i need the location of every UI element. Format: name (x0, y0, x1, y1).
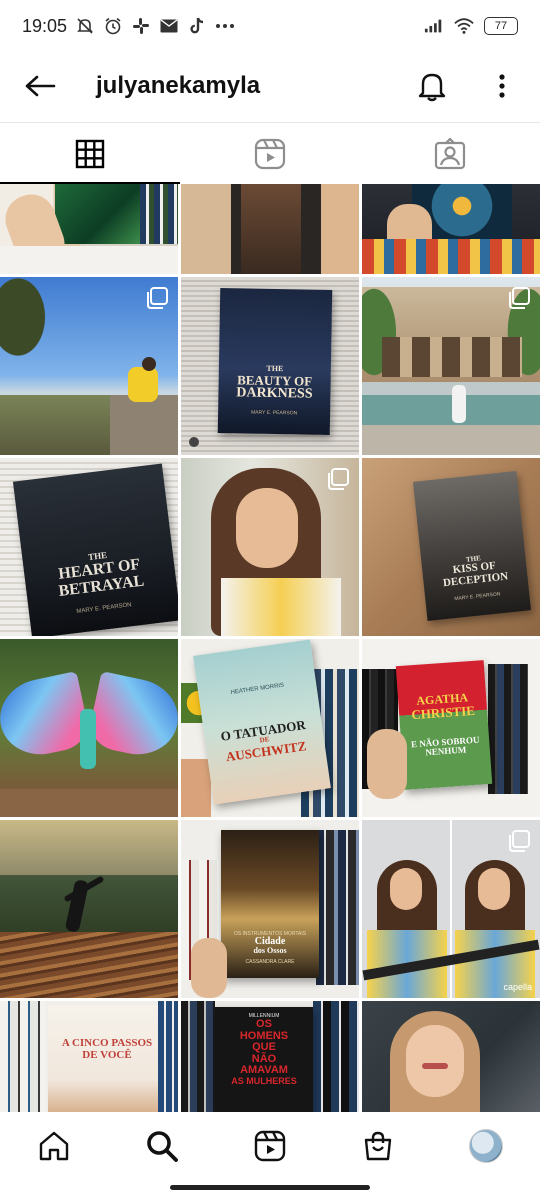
grid-post[interactable]: AGATHA CHRISTIE E NÃO SOBROU NENHUM (362, 639, 540, 817)
status-time: 19:05 (22, 15, 68, 36)
grid-post[interactable]: THE KISS OF DECEPTION MARY E. PEARSON (362, 458, 540, 636)
grid-post[interactable] (0, 820, 178, 998)
book-author: CASSANDRA CLARE (245, 959, 295, 966)
profile-username: julyanekamyla (96, 72, 261, 99)
book-title-line: AMAVAM (240, 1064, 288, 1077)
grid-post[interactable]: THE HEART OF BETRAYAL MARY E. PEARSON (0, 458, 178, 636)
slack-icon (131, 16, 151, 36)
grid-post[interactable]: THE BEAUTY OF DARKNESS MARY E. PEARSON (181, 277, 359, 455)
book-title-line: A CINCO PASSOS (61, 1036, 153, 1049)
grid-post[interactable]: HEATHER MORRIS O TATUADOR DE AUSCHWITZ (181, 639, 359, 817)
book-title-line: CHRISTIE (410, 702, 476, 723)
book-cover: OS INSTRUMENTOS MORTAIS Cidade dos Ossos… (221, 830, 319, 978)
nav-shop[interactable] (354, 1122, 402, 1170)
posts-grid: THE BEAUTY OF DARKNESS MARY E. PEARSON T… (0, 184, 540, 1112)
book-author: HEATHER MORRIS (230, 682, 285, 696)
nav-profile[interactable] (462, 1122, 510, 1170)
battery-icon: 77 (484, 17, 518, 35)
wifi-icon (454, 16, 474, 36)
grid-post[interactable] (0, 277, 178, 455)
nav-reels[interactable] (246, 1122, 294, 1170)
grid-post[interactable]: A CINCO PASSOS DE VOCÊ (0, 1001, 178, 1112)
grid-post[interactable] (0, 639, 178, 817)
tab-posts[interactable] (0, 123, 180, 184)
home-icon (39, 1131, 69, 1161)
grid-icon (75, 139, 105, 168)
status-bar: 19:05 77 (0, 0, 540, 52)
grid-post[interactable] (362, 1001, 540, 1112)
more-dots-icon (215, 16, 235, 36)
carousel-icon (328, 468, 349, 490)
book-cover: HEATHER MORRIS O TATUADOR DE AUSCHWITZ (193, 639, 331, 805)
back-button[interactable] (18, 64, 62, 108)
book-title-line: dos Ossos (253, 946, 287, 956)
carousel-icon (509, 287, 530, 309)
book-cover: THE KISS OF DECEPTION MARY E. PEARSON (412, 470, 532, 622)
grid-post[interactable]: capella (362, 820, 540, 998)
bottom-navigation (0, 1112, 540, 1180)
status-system-icons: 77 (424, 16, 518, 36)
notifications-button[interactable] (412, 66, 452, 106)
book-author: MARY E. PEARSON (454, 591, 501, 603)
book-title-line: DARKNESS (236, 385, 313, 402)
nav-search[interactable] (138, 1122, 186, 1170)
book-title-line: OS (256, 1018, 272, 1030)
reels-icon (254, 138, 286, 169)
book-title-line: E NÃO SOBROU NENHUM (410, 734, 480, 758)
carousel-icon (509, 830, 530, 852)
bell-icon (418, 73, 446, 102)
book-cover: A CINCO PASSOS DE VOCÊ (48, 1005, 166, 1112)
tagged-person-icon (434, 137, 466, 169)
grid-post[interactable] (0, 184, 178, 274)
grid-post[interactable] (362, 184, 540, 274)
book-title-line: DE VOCÊ (82, 1048, 132, 1061)
nav-home[interactable] (30, 1122, 78, 1170)
tab-reels[interactable] (180, 123, 360, 184)
grid-post[interactable] (181, 458, 359, 636)
more-options-button[interactable] (482, 66, 522, 106)
book-cover: THE HEART OF BETRAYAL MARY E. PEARSON (12, 463, 178, 636)
grid-post[interactable]: MILLENNIUM OS HOMENS QUE NÃO AMAVAM AS M… (181, 1001, 359, 1112)
shop-bag-icon (364, 1131, 392, 1161)
home-indicator[interactable] (170, 1185, 370, 1190)
signal-icon (424, 16, 444, 36)
book-cover: AGATHA CHRISTIE E NÃO SOBROU NENHUM (395, 660, 493, 790)
back-arrow-icon (25, 75, 56, 97)
grid-post[interactable] (362, 277, 540, 455)
profile-avatar-icon (469, 1129, 503, 1163)
book-author: MARY E. PEARSON (76, 601, 132, 615)
reels-icon (254, 1130, 286, 1162)
book-title-line: AUSCHWITZ (224, 737, 308, 764)
book-cover: THE BEAUTY OF DARKNESS MARY E. PEARSON (217, 288, 333, 435)
tab-tagged[interactable] (360, 123, 540, 184)
mute-icon (75, 16, 95, 36)
book-title-line: QUE (252, 1041, 276, 1054)
carousel-icon (147, 287, 168, 309)
status-notification-icons (75, 16, 235, 36)
profile-header: julyanekamyla (0, 52, 540, 120)
watermark-text: capella (503, 982, 532, 992)
book-author: MARY E. PEARSON (250, 409, 298, 417)
profile-tabs (0, 122, 540, 184)
grid-post[interactable] (181, 184, 359, 274)
more-vertical-icon (499, 74, 505, 98)
book-cover: MILLENNIUM OS HOMENS QUE NÃO AMAVAM AS M… (215, 1007, 313, 1112)
mail-icon (159, 16, 179, 36)
grid-post[interactable]: OS INSTRUMENTOS MORTAIS Cidade dos Ossos… (181, 820, 359, 998)
tiktok-icon (187, 16, 207, 36)
book-title-line: AS MULHERES (231, 1075, 297, 1086)
search-icon (147, 1131, 178, 1162)
alarm-icon (103, 16, 123, 36)
